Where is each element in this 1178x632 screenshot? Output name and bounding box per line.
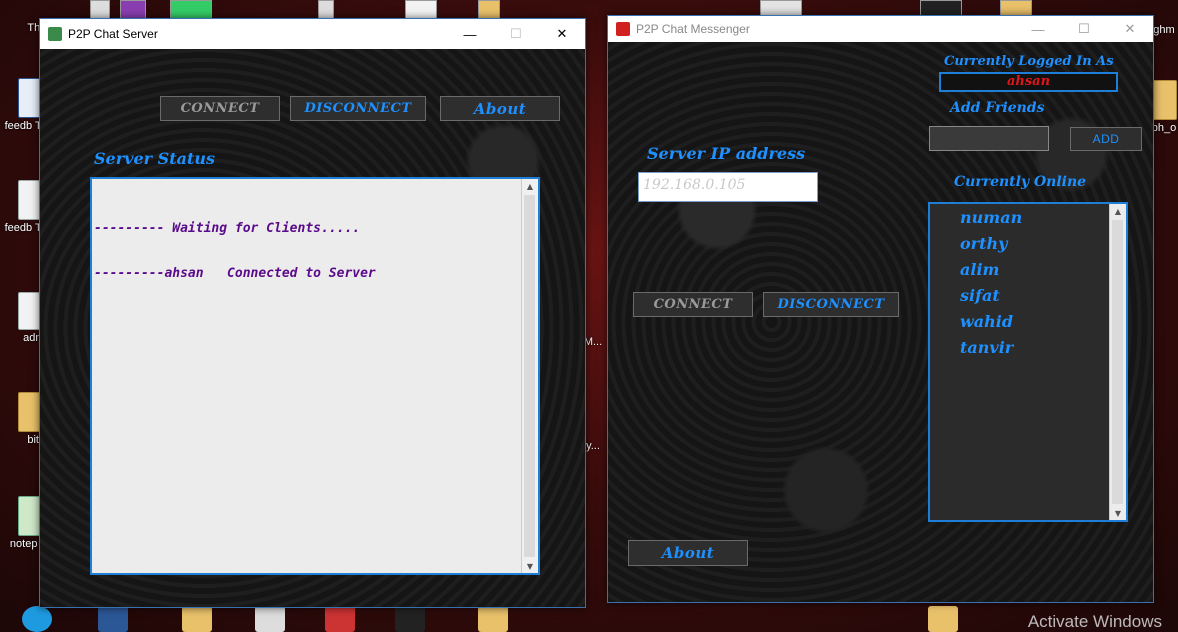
logged-in-label: Currently Logged In As bbox=[944, 54, 1114, 69]
minimize-icon[interactable]: — bbox=[447, 19, 493, 49]
add-friends-label: Add Friends bbox=[950, 100, 1045, 116]
snipping-tool-icon[interactable] bbox=[325, 606, 355, 632]
vertical-scrollbar[interactable]: ▲ ▼ bbox=[521, 179, 538, 573]
about-button[interactable]: About bbox=[628, 540, 748, 566]
server-ip-input[interactable]: 192.168.0.105 bbox=[638, 172, 818, 202]
server-client-area: CONNECT DISCONNECT About Server Status -… bbox=[40, 49, 585, 607]
close-icon[interactable]: ✕ bbox=[1107, 16, 1153, 42]
online-users-list[interactable]: numan orthy alim sifat wahid tanvir ▲ ▼ bbox=[928, 202, 1128, 522]
disconnect-button[interactable]: DISCONNECT bbox=[763, 292, 899, 317]
minimize-icon[interactable]: — bbox=[1015, 16, 1061, 42]
video-icon[interactable] bbox=[395, 606, 425, 632]
online-user-item[interactable]: sifat bbox=[960, 286, 1000, 305]
window-title: P2P Chat Messenger bbox=[636, 22, 750, 36]
scroll-thumb[interactable] bbox=[524, 195, 535, 557]
maximize-icon[interactable]: ☐ bbox=[1061, 16, 1107, 42]
server-window[interactable]: P2P Chat Server — ☐ ✕ CONNECT DISCONNECT… bbox=[39, 18, 586, 608]
document-icon[interactable] bbox=[255, 606, 285, 632]
close-icon[interactable]: ✕ bbox=[539, 19, 585, 49]
folder-icon[interactable] bbox=[928, 606, 958, 632]
maximize-icon[interactable]: ☐ bbox=[493, 19, 539, 49]
window-title: P2P Chat Server bbox=[68, 27, 158, 41]
online-user-item[interactable]: wahid bbox=[960, 312, 1013, 331]
status-line: --------- Waiting for Clients..... bbox=[94, 221, 361, 236]
messenger-titlebar[interactable]: P2P Chat Messenger — ☐ ✕ bbox=[608, 16, 1153, 42]
vertical-scrollbar[interactable]: ▲ ▼ bbox=[1109, 204, 1126, 520]
connect-button[interactable]: CONNECT bbox=[633, 292, 753, 317]
app-icon bbox=[616, 22, 630, 36]
add-friend-button[interactable]: ADD bbox=[1070, 127, 1142, 151]
online-user-item[interactable]: orthy bbox=[960, 234, 1007, 253]
scroll-down-icon[interactable]: ▼ bbox=[1110, 506, 1126, 520]
activation-watermark: Activate Windows bbox=[1027, 612, 1162, 631]
server-status-label: Server Status bbox=[94, 149, 215, 168]
logged-in-user: ahsan bbox=[939, 72, 1118, 92]
disconnect-button[interactable]: DISCONNECT bbox=[290, 96, 426, 121]
connect-button[interactable]: CONNECT bbox=[160, 96, 280, 121]
online-user-item[interactable]: tanvir bbox=[960, 338, 1013, 357]
status-line: ---------ahsan Connected to Server bbox=[94, 266, 376, 281]
add-friend-input[interactable] bbox=[929, 126, 1049, 151]
online-user-item[interactable]: numan bbox=[960, 208, 1022, 227]
folder-icon[interactable] bbox=[478, 606, 508, 632]
desktop-icon-label-right: ghm bbox=[1153, 24, 1175, 36]
scroll-thumb[interactable] bbox=[1112, 220, 1123, 504]
about-button[interactable]: About bbox=[440, 96, 560, 121]
folder-icon[interactable] bbox=[182, 606, 212, 632]
scroll-down-icon[interactable]: ▼ bbox=[522, 559, 538, 573]
app-icon bbox=[48, 27, 62, 41]
server-titlebar[interactable]: P2P Chat Server — ☐ ✕ bbox=[40, 19, 585, 49]
desktop-icon-label: ph_o bbox=[1151, 122, 1177, 134]
folder-icon bbox=[1151, 80, 1177, 120]
skype-icon[interactable] bbox=[22, 606, 52, 632]
scroll-up-icon[interactable]: ▲ bbox=[1110, 204, 1126, 218]
word-icon[interactable] bbox=[98, 606, 128, 632]
currently-online-label: Currently Online bbox=[954, 174, 1087, 190]
messenger-window[interactable]: P2P Chat Messenger — ☐ ✕ Currently Logge… bbox=[607, 15, 1154, 603]
server-status-log[interactable]: --------- Waiting for Clients..... -----… bbox=[90, 177, 540, 575]
desktop-icon-right[interactable]: ph_o bbox=[1150, 80, 1178, 134]
messenger-client-area: Currently Logged In As ahsan Add Friends… bbox=[608, 42, 1153, 602]
scroll-up-icon[interactable]: ▲ bbox=[522, 179, 538, 193]
online-user-item[interactable]: alim bbox=[960, 260, 999, 279]
server-ip-label: Server IP address bbox=[647, 144, 806, 163]
